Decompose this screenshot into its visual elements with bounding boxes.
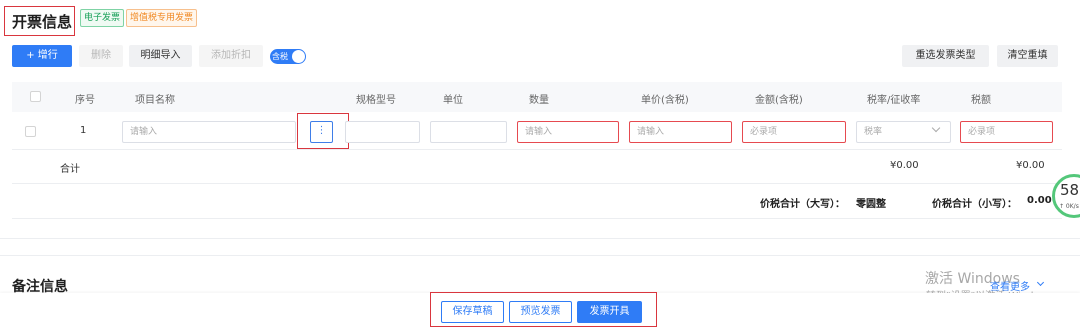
total-label: 合计	[60, 164, 80, 175]
add-discount-button[interactable]: 添加折扣	[199, 45, 263, 67]
column-header-item-name: 项目名称	[135, 95, 175, 106]
row-divider	[12, 183, 1062, 184]
capital-total-value: 零圆整	[856, 199, 886, 210]
section-divider	[0, 255, 1080, 256]
toggle-knob	[292, 50, 305, 63]
tax-amount-input[interactable]: 必录项	[960, 121, 1053, 143]
capital-total-label: 价税合计（大写）：	[760, 199, 845, 210]
section-title-invoice-info: 开票信息	[12, 13, 73, 31]
tag-electronic-invoice[interactable]: 电子发票	[80, 9, 125, 27]
amount-input[interactable]: 必录项	[742, 121, 846, 143]
issue-invoice-button[interactable]: 发票开具	[577, 301, 642, 323]
small-total-value: 0.00	[1027, 195, 1052, 206]
unit-price-input[interactable]: 请输入	[629, 121, 732, 143]
import-detail-button[interactable]: 明细导入	[129, 45, 192, 67]
section-divider	[0, 238, 1080, 239]
chevron-down-icon	[1036, 278, 1045, 287]
clear-refill-button[interactable]: 清空重填	[997, 45, 1058, 67]
small-total-label: 价税合计（小写）：	[932, 199, 1017, 210]
preview-invoice-button[interactable]: 预览发票	[509, 301, 572, 323]
tax-included-toggle-label: 含税	[272, 52, 288, 61]
reselect-invoice-type-button[interactable]: 重选发票类型	[902, 45, 989, 67]
column-header-amount: 金额(含税)	[755, 95, 803, 106]
total-tax: ¥0.00	[1016, 160, 1045, 171]
total-amount: ¥0.00	[890, 160, 919, 171]
column-header-unit-price: 单价(含税)	[641, 95, 689, 106]
add-row-button[interactable]: + 增行	[12, 45, 72, 67]
more-options-icon[interactable]: ⋮	[310, 121, 333, 143]
item-name-input[interactable]: 请输入	[122, 121, 296, 143]
column-header-index: 序号	[75, 95, 95, 106]
row-index: 1	[80, 125, 87, 136]
column-header-tax-amount: 税额	[971, 95, 991, 106]
spec-input[interactable]	[345, 121, 420, 143]
column-header-quantity: 数量	[529, 95, 549, 106]
unit-input[interactable]	[430, 121, 507, 143]
network-speed-rate: ↑ 0K/s	[1059, 203, 1079, 210]
row-divider	[12, 218, 1062, 219]
network-speed-value: 58	[1060, 181, 1080, 199]
column-header-unit: 单位	[443, 95, 463, 106]
delete-button[interactable]: 删除	[79, 45, 123, 67]
view-more-link[interactable]: 查看更多	[990, 278, 1030, 293]
select-all-checkbox[interactable]	[30, 91, 41, 102]
quantity-input[interactable]: 请输入	[517, 121, 619, 143]
tag-vat-special-invoice[interactable]: 增值税专用发票	[126, 9, 198, 27]
column-header-spec: 规格型号	[356, 95, 396, 106]
save-draft-button[interactable]: 保存草稿	[441, 301, 504, 323]
column-header-tax-rate: 税率/征收率	[867, 95, 921, 106]
row-divider	[12, 149, 1062, 150]
row-checkbox[interactable]	[25, 126, 36, 137]
